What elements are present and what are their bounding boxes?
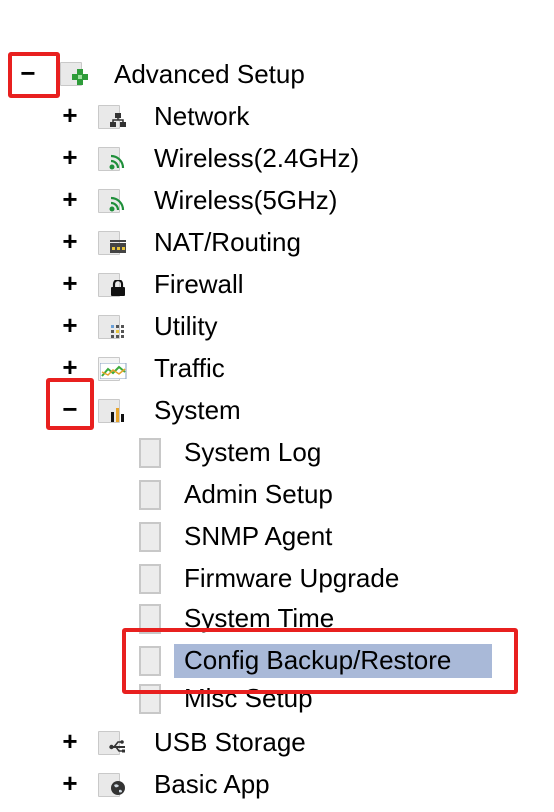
expand-toggle[interactable]: + [58,228,82,254]
tree-leaf-misc-setup[interactable]: Misc Setup [0,680,554,720]
advanced-setup-icon [60,60,88,86]
tree-node-nat-routing[interactable]: + NAT/Routing [0,224,554,264]
lock-icon [98,271,126,297]
expand-toggle[interactable]: + [58,144,82,170]
expand-toggle[interactable]: + [58,270,82,296]
expand-toggle[interactable]: + [58,728,82,754]
utility-icon [98,313,126,339]
tree-node-label[interactable]: Wireless(5GHz) [154,185,337,215]
page-icon [139,604,161,634]
system-chart-icon [98,397,126,423]
tree-node-system[interactable]: − System [0,392,554,432]
tree-node-basic-app[interactable]: + Basic App [0,766,554,806]
tree-leaf-label[interactable]: System Time [184,603,334,633]
tree-node-wireless-24ghz[interactable]: + Wireless(2.4GHz) [0,140,554,180]
network-icon [98,103,126,129]
expand-toggle[interactable]: + [58,312,82,338]
tree-node-label[interactable]: Firewall [154,269,244,299]
tree-node-wireless-5ghz[interactable]: + Wireless(5GHz) [0,182,554,222]
globe-icon [98,771,126,797]
collapse-toggle[interactable]: − [58,396,82,422]
tree-node-label[interactable]: System [154,395,241,425]
nat-routing-icon [98,229,126,255]
page-icon [139,684,161,714]
tree-leaf-system-time[interactable]: System Time [0,600,554,640]
expand-toggle[interactable]: + [58,770,82,796]
tree-node-network[interactable]: + Network [0,98,554,138]
tree-node-label[interactable]: Advanced Setup [114,59,305,89]
tree-node-utility[interactable]: + Utility [0,308,554,348]
page-icon [139,438,161,468]
tree-node-advanced-setup[interactable]: − Advanced Setup [0,56,554,96]
tree-leaf-label[interactable]: System Log [184,437,321,467]
tree-node-firewall[interactable]: + Firewall [0,266,554,306]
tree-leaf-config-backup-restore[interactable]: Config Backup/Restore [0,642,554,682]
page-icon [139,522,161,552]
tree-node-usb-storage[interactable]: + USB Storage [0,724,554,764]
expand-toggle[interactable]: + [58,354,82,380]
tree-leaf-label[interactable]: Admin Setup [184,479,333,509]
collapse-toggle[interactable]: − [16,60,40,86]
expand-toggle[interactable]: + [58,186,82,212]
tree-node-label[interactable]: NAT/Routing [154,227,301,257]
usb-icon [98,729,126,755]
tree-leaf-firmware-upgrade[interactable]: Firmware Upgrade [0,560,554,600]
tree-leaf-label[interactable]: Firmware Upgrade [184,563,399,593]
expand-toggle[interactable]: + [58,102,82,128]
wireless-icon [98,145,126,171]
page-icon [139,480,161,510]
traffic-chart-icon [98,355,127,381]
tree-node-label[interactable]: Basic App [154,769,270,799]
tree-node-label[interactable]: USB Storage [154,727,306,757]
tree-node-label[interactable]: Wireless(2.4GHz) [154,143,359,173]
page-icon [139,646,161,676]
tree-leaf-label-selected[interactable]: Config Backup/Restore [174,644,492,678]
tree-leaf-label[interactable]: Misc Setup [184,683,313,713]
wireless-icon [98,187,126,213]
tree-node-traffic[interactable]: + Traffic [0,350,554,390]
tree-leaf-label[interactable]: SNMP Agent [184,521,332,551]
tree-leaf-admin-setup[interactable]: Admin Setup [0,476,554,516]
tree-leaf-snmp-agent[interactable]: SNMP Agent [0,518,554,558]
tree-node-label[interactable]: Traffic [154,353,225,383]
tree-leaf-system-log[interactable]: System Log [0,434,554,474]
tree-node-label[interactable]: Network [154,101,249,131]
tree-node-label[interactable]: Utility [154,311,218,341]
page-icon [139,564,161,594]
